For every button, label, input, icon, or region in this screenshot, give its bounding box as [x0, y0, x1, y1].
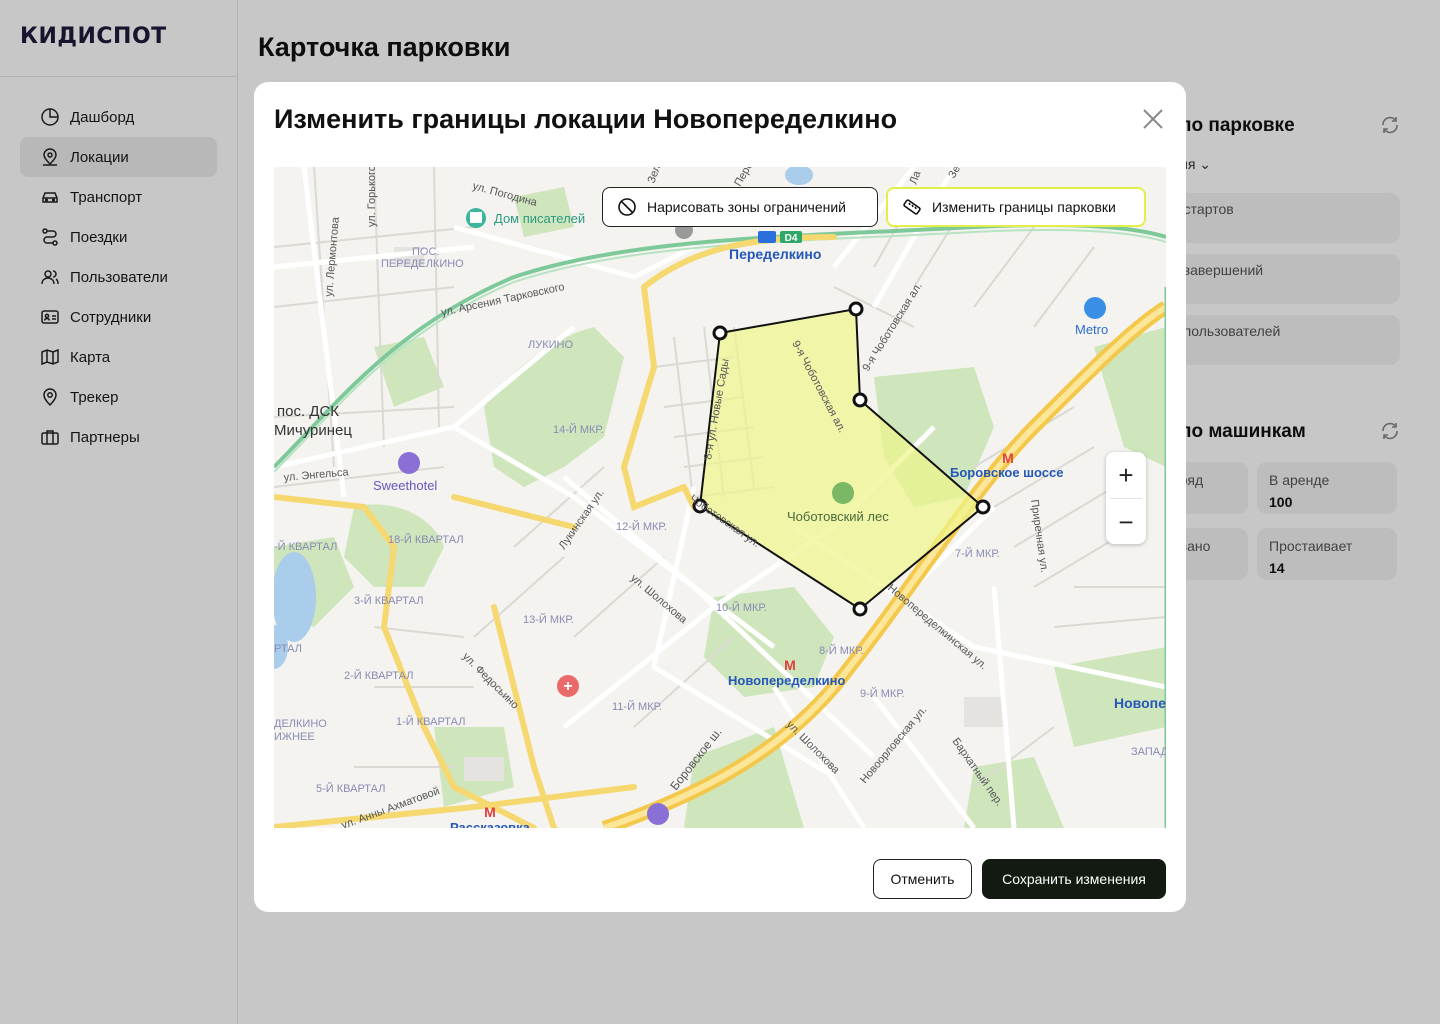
museum-icon-glyph	[470, 212, 482, 223]
zoom-controls: + −	[1106, 452, 1146, 544]
map-label: ЗАПАДН	[1131, 746, 1166, 758]
boundary-vertex-handle[interactable]	[852, 601, 868, 617]
d4-label: D4	[785, 233, 798, 244]
edit-parking-bounds-label: Изменить границы парковки	[932, 199, 1116, 215]
map-label: ЛУКИНО	[528, 339, 573, 351]
map-label: Новопе	[1114, 695, 1166, 711]
map-label: 18-Й КВАРТАЛ	[388, 533, 464, 546]
map-label: 5-Й КВАРТАЛ	[316, 782, 385, 795]
park-icon[interactable]	[832, 482, 854, 504]
boundary-vertex-handle[interactable]	[848, 301, 864, 317]
edit-parking-bounds-button[interactable]: Изменить границы парковки	[886, 187, 1146, 227]
fuel-icon[interactable]	[647, 803, 669, 825]
map-label: 11-Й МКР.	[612, 700, 662, 713]
draw-restriction-zones-button[interactable]: Нарисовать зоны ограничений	[602, 187, 878, 227]
map-label: Новопеределкино	[728, 673, 845, 688]
map-label: ИЖНЕЕ	[274, 731, 315, 743]
street-label: ул. Горького	[366, 167, 378, 227]
metro-icon: M	[784, 657, 796, 673]
map-label: 2-Й КВАРТАЛ	[344, 669, 413, 682]
map-label: Рассказовка	[450, 820, 531, 828]
map-label: 10-Й МКР.	[716, 601, 767, 614]
modal-title: Изменить границы локации Новопеределкино	[274, 104, 898, 134]
map-label: Дом писателей	[494, 211, 585, 226]
shop-icon[interactable]	[1084, 297, 1106, 319]
map-label: 14-Й МКР.	[553, 423, 604, 436]
map-label: 9-Й МКР.	[860, 687, 905, 700]
metro-icon: M	[484, 804, 496, 820]
edit-bounds-modal: Изменить границы локации Новопеределкино	[254, 82, 1186, 912]
zoom-in-button[interactable]: +	[1106, 452, 1146, 498]
map-label: Sweethotel	[373, 478, 437, 493]
map-label: Чоботовский лес	[787, 509, 889, 524]
boundary-vertex-handle[interactable]	[975, 499, 991, 515]
map-label: 3-Й КВАРТАЛ	[354, 594, 423, 607]
metro-icon: M	[1002, 450, 1014, 466]
map-label: 7-Й МКР.	[955, 547, 1000, 560]
map-label: -Й КВАРТАЛ	[274, 540, 337, 553]
ruler-icon	[903, 199, 921, 215]
map-label: пос. ДСК	[277, 403, 339, 420]
map-label: Боровское шоссе	[950, 465, 1063, 480]
cancel-button[interactable]: Отменить	[873, 859, 972, 899]
map-label: 12-Й МКР.	[616, 520, 667, 533]
zoom-out-button[interactable]: −	[1106, 499, 1146, 545]
map-label: 13-Й МКР.	[523, 613, 574, 626]
map-label: ПОС.	[412, 246, 439, 258]
map-view[interactable]: D4 + M M M Дом писателей Переделкино Met…	[274, 167, 1166, 828]
map-canvas[interactable]: D4 + M M M Дом писателей Переделкино Met…	[274, 167, 1166, 828]
save-changes-button[interactable]: Сохранить изменения	[982, 859, 1166, 899]
boundary-vertex-handle[interactable]	[852, 392, 868, 408]
map-label: ДЕЛКИНО	[274, 718, 327, 730]
map-label: Переделкино	[729, 246, 821, 262]
hospital-cross-icon: +	[563, 678, 572, 695]
train-icon	[758, 231, 776, 243]
map-label: Мичуринец	[274, 422, 352, 439]
boundary-vertex-handle[interactable]	[712, 325, 728, 341]
close-icon[interactable]	[1140, 106, 1166, 132]
hotel-icon[interactable]	[398, 452, 420, 474]
map-label: Metro	[1075, 322, 1108, 337]
map-label: 8-Й МКР.	[819, 644, 864, 657]
no-entry-icon	[618, 198, 636, 216]
draw-restriction-zones-label: Нарисовать зоны ограничений	[647, 199, 847, 215]
map-label: ПЕРЕДЕЛКИНО	[381, 258, 464, 270]
map-label: РТАЛ	[274, 643, 302, 655]
map-label: 1-Й КВАРТАЛ	[396, 715, 465, 728]
